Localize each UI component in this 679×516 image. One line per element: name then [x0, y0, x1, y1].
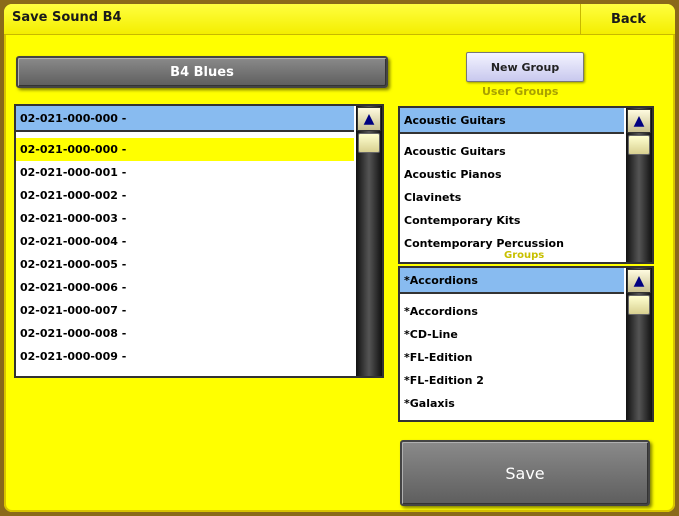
new-group-button[interactable]: New Group — [466, 52, 584, 82]
sound-list-selected: 02-021-000-000 - — [16, 106, 354, 132]
user-groups-item[interactable]: Clavinets — [400, 186, 624, 209]
save-sound-panel: Save Sound B4 Back B4 Blues New Group Us… — [4, 4, 675, 512]
sound-list-item[interactable]: 02-021-000-006 - — [16, 276, 354, 299]
groups-item[interactable]: *FL-Edition 2 — [400, 369, 624, 392]
groups-list[interactable]: *Accordions *Accordions *CD-Line *FL-Editi… — [398, 266, 654, 422]
user-groups-selected: Acoustic Guitars — [400, 108, 624, 134]
groups-item[interactable]: *FL-Edition — [400, 346, 624, 369]
user-groups-list[interactable]: Acoustic Guitars Acoustic Guitars Acousti… — [398, 106, 654, 264]
scroll-thumb[interactable] — [628, 295, 650, 315]
sound-list-rows: 02-021-000-000 -02-021-000-001 -02-021-0… — [16, 138, 354, 368]
sound-list-item[interactable]: 02-021-000-000 - — [16, 138, 354, 161]
groups-item[interactable]: *Galaxis — [400, 392, 624, 415]
sound-list[interactable]: 02-021-000-000 - 02-021-000-000 -02-021-… — [14, 104, 384, 378]
sound-list-scrollbar[interactable]: ▲ — [356, 106, 382, 376]
user-groups-item[interactable]: Contemporary Kits — [400, 209, 624, 232]
user-groups-label: User Groups — [482, 85, 559, 98]
save-button[interactable]: Save — [400, 440, 650, 506]
groups-item[interactable]: *Accordions — [400, 300, 624, 323]
back-button[interactable]: Back — [580, 4, 675, 34]
sound-list-item[interactable]: 02-021-000-005 - — [16, 253, 354, 276]
scroll-up-arrow-icon[interactable]: ▲ — [627, 269, 651, 293]
sound-list-item[interactable]: 02-021-000-001 - — [16, 161, 354, 184]
sound-list-item[interactable]: 02-021-000-007 - — [16, 299, 354, 322]
groups-scrollbar[interactable]: ▲ — [626, 268, 652, 420]
user-groups-item[interactable]: Acoustic Pianos — [400, 163, 624, 186]
sound-list-item[interactable]: 02-021-000-009 - — [16, 345, 354, 368]
sound-name-field[interactable]: B4 Blues — [16, 56, 388, 88]
scroll-thumb[interactable] — [358, 133, 380, 153]
user-groups-item[interactable]: Acoustic Guitars — [400, 140, 624, 163]
user-groups-scrollbar[interactable]: ▲ — [626, 108, 652, 262]
window-title: Save Sound B4 — [12, 10, 122, 25]
groups-item[interactable]: *CD-Line — [400, 323, 624, 346]
sound-list-item[interactable]: 02-021-000-003 - — [16, 207, 354, 230]
sound-list-item[interactable]: 02-021-000-004 - — [16, 230, 354, 253]
scroll-thumb[interactable] — [628, 135, 650, 155]
window-frame: Save Sound B4 Back B4 Blues New Group Us… — [0, 0, 679, 516]
scroll-up-arrow-icon[interactable]: ▲ — [357, 107, 381, 131]
user-groups-rows: Acoustic Guitars Acoustic Pianos Clavinets… — [400, 140, 624, 255]
groups-label: Groups — [504, 250, 545, 261]
groups-selected: *Accordions — [400, 268, 624, 294]
groups-rows: *Accordions *CD-Line *FL-Edition *FL-Editio… — [400, 300, 624, 415]
scroll-up-arrow-icon[interactable]: ▲ — [627, 109, 651, 133]
sound-list-item[interactable]: 02-021-000-002 - — [16, 184, 354, 207]
sound-list-item[interactable]: 02-021-000-008 - — [16, 322, 354, 345]
title-bar: Save Sound B4 Back — [4, 4, 675, 35]
